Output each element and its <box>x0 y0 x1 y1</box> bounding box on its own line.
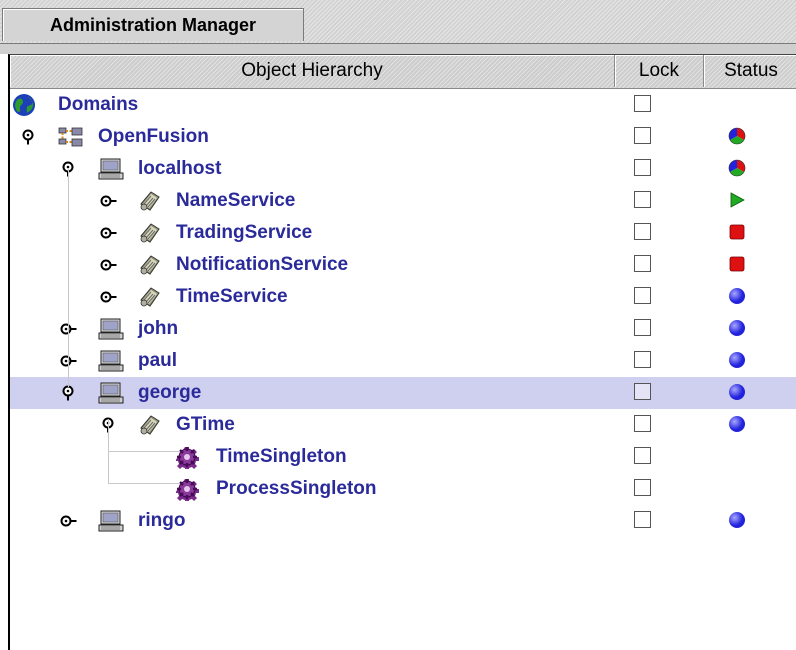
tree-node-label[interactable]: TimeService <box>176 285 288 309</box>
column-header-object-hierarchy[interactable]: Object Hierarchy <box>10 55 615 87</box>
status-idle-icon <box>728 511 746 529</box>
collapsed-toggle-icon[interactable] <box>60 353 78 369</box>
collapsed-toggle-icon[interactable] <box>100 225 118 241</box>
status-stopped-icon <box>728 223 746 241</box>
lock-checkbox[interactable] <box>634 511 651 528</box>
lock-checkbox[interactable] <box>634 191 651 208</box>
status-idle-icon <box>728 351 746 369</box>
tree-row-tradingservice[interactable]: TradingService <box>10 217 796 249</box>
lock-checkbox[interactable] <box>634 319 651 336</box>
status-mixed-icon <box>728 159 746 177</box>
service-icon <box>138 189 162 213</box>
lock-checkbox[interactable] <box>634 447 651 464</box>
service-icon <box>138 285 162 309</box>
tree-row-paul[interactable]: paul <box>10 345 796 377</box>
computer-icon <box>98 381 124 405</box>
status-stopped-icon <box>728 255 746 273</box>
tree-node-label[interactable]: NotificationService <box>176 253 348 277</box>
panel-margin <box>0 44 796 54</box>
service-icon <box>138 413 162 437</box>
table-header: Object Hierarchy Lock Status <box>10 55 796 89</box>
tree-row-ringo[interactable]: ringo <box>10 505 796 537</box>
gear-icon <box>175 445 200 471</box>
lock-checkbox[interactable] <box>634 479 651 496</box>
tree-row-localhost[interactable]: localhost <box>10 153 796 185</box>
computer-icon <box>98 509 124 533</box>
computer-icon <box>98 317 124 341</box>
lock-checkbox[interactable] <box>634 383 651 400</box>
tree-row-openfusion[interactable]: OpenFusion <box>10 121 796 153</box>
globe-icon <box>12 93 36 117</box>
lock-checkbox[interactable] <box>634 159 651 176</box>
expanded-toggle-icon[interactable] <box>20 129 38 145</box>
status-idle-icon <box>728 383 746 401</box>
lock-checkbox[interactable] <box>634 95 651 112</box>
tab-label: Administration Manager <box>49 15 257 35</box>
service-icon <box>138 221 162 245</box>
tree-node-label[interactable]: paul <box>138 349 177 373</box>
tree-node-label[interactable]: TradingService <box>176 221 312 245</box>
tree-row-george[interactable]: george <box>10 377 796 409</box>
network-icon <box>58 125 83 149</box>
tab-strip: Administration Manager <box>0 0 796 44</box>
tree-row-domains[interactable]: Domains <box>10 89 796 121</box>
lock-checkbox[interactable] <box>634 287 651 304</box>
tree-node-label[interactable]: ringo <box>138 509 186 533</box>
tree-node-label[interactable]: ProcessSingleton <box>216 477 377 501</box>
tree-node-label[interactable]: NameService <box>176 189 295 213</box>
lock-checkbox[interactable] <box>634 127 651 144</box>
tree-node-label[interactable]: john <box>138 317 178 341</box>
collapsed-toggle-icon[interactable] <box>60 321 78 337</box>
expanded-toggle-icon[interactable] <box>60 161 78 177</box>
computer-icon <box>98 157 124 181</box>
collapsed-toggle-icon[interactable] <box>60 513 78 529</box>
column-header-status[interactable]: Status <box>704 55 796 87</box>
collapsed-toggle-icon[interactable] <box>100 257 118 273</box>
tree-node-label[interactable]: OpenFusion <box>98 125 209 149</box>
tree-guide-line <box>68 169 69 387</box>
tree-guide-line <box>108 483 180 484</box>
tab-administration-manager[interactable]: Administration Manager <box>2 8 304 41</box>
expanded-toggle-icon[interactable] <box>60 385 78 401</box>
tree-row-nameservice[interactable]: NameService <box>10 185 796 217</box>
status-idle-icon <box>728 319 746 337</box>
computer-icon <box>98 349 124 373</box>
collapsed-toggle-icon[interactable] <box>100 289 118 305</box>
lock-checkbox[interactable] <box>634 351 651 368</box>
lock-checkbox[interactable] <box>634 223 651 240</box>
tree-row-john[interactable]: john <box>10 313 796 345</box>
status-idle-icon <box>728 415 746 433</box>
tree-row-processsingleton[interactable]: ProcessSingleton <box>10 473 796 505</box>
column-header-lock[interactable]: Lock <box>615 55 704 87</box>
lock-checkbox[interactable] <box>634 415 651 432</box>
tree-row-gtime[interactable]: GTime <box>10 409 796 441</box>
collapsed-toggle-icon[interactable] <box>100 193 118 209</box>
tree-row-timesingleton[interactable]: TimeSingleton <box>10 441 796 473</box>
status-mixed-icon <box>728 127 746 145</box>
tree-row-notificationservice[interactable]: NotificationService <box>10 249 796 281</box>
service-icon <box>138 253 162 277</box>
status-idle-icon <box>728 287 746 305</box>
status-running-icon <box>728 191 746 209</box>
tree-node-label[interactable]: GTime <box>176 413 235 437</box>
tree-guide-line <box>108 451 180 452</box>
tree-node-label[interactable]: localhost <box>138 157 221 181</box>
gear-icon <box>175 477 200 503</box>
tree-node-label[interactable]: george <box>138 381 201 405</box>
tree-node-label[interactable]: TimeSingleton <box>216 445 347 469</box>
lock-checkbox[interactable] <box>634 255 651 272</box>
object-table: Object Hierarchy Lock Status Domains Open… <box>8 54 796 650</box>
expanded-toggle-icon[interactable] <box>100 417 118 433</box>
tree-row-timeservice[interactable]: TimeService <box>10 281 796 313</box>
tree-node-label[interactable]: Domains <box>58 93 138 117</box>
